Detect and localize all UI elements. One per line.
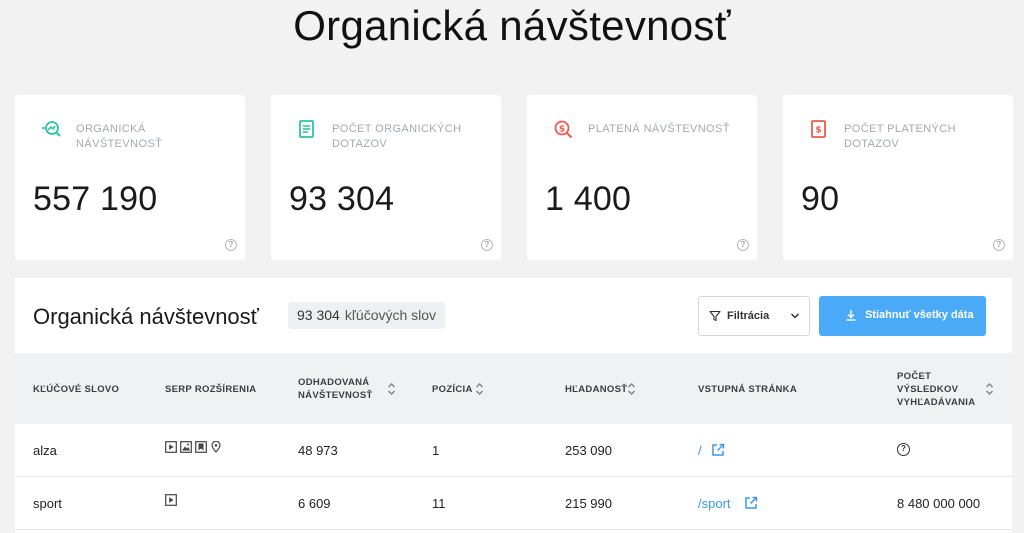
- card-organic-queries: Počet organických dotazov 93 304 ?: [271, 95, 501, 260]
- card-organic-traffic: Organická návštevnosť 557 190 ?: [15, 95, 245, 260]
- card-value: 90: [801, 180, 840, 218]
- cell-volume: 215 990: [565, 496, 612, 511]
- th-traffic-line1: Odhadovaná: [298, 377, 370, 388]
- keyword-count: 93 304: [297, 307, 340, 323]
- help-icon[interactable]: ?: [897, 443, 910, 456]
- paid-search-icon: $: [554, 120, 573, 139]
- keyword-count-unit: kľúčových slov: [344, 307, 437, 323]
- th-position[interactable]: Pozícia: [432, 383, 473, 396]
- download-label: Stiahnuť všetky dáta: [865, 309, 974, 321]
- bookmark-icon: [195, 441, 207, 453]
- card-paid-traffic: $ Platená návštevnosť 1 400 ?: [527, 95, 757, 260]
- metric-cards: Organická návštevnosť 557 190 ? Počet or…: [15, 95, 1013, 260]
- th-volume[interactable]: Hľadanosť: [565, 383, 627, 396]
- location-icon: [211, 441, 221, 453]
- video-icon: [165, 494, 177, 506]
- paid-document-icon: $: [811, 120, 826, 138]
- cell-landing-link[interactable]: /sport: [698, 496, 731, 511]
- search-trend-icon: [42, 121, 61, 137]
- video-icon: [165, 441, 177, 453]
- sort-icon[interactable]: [627, 382, 636, 396]
- th-results-line3: vyhľadávania: [897, 397, 976, 408]
- card-label: Počet organických dotazov: [332, 123, 462, 150]
- table-row: alza 48 973 1 253 090 / ?: [15, 424, 1012, 477]
- table-header: Kľúčové slovo SERP rozšírenia Odhadovaná…: [15, 353, 1012, 424]
- help-icon[interactable]: ?: [993, 239, 1005, 251]
- th-keyword[interactable]: Kľúčové slovo: [33, 383, 119, 396]
- external-link-icon[interactable]: [744, 496, 758, 510]
- cell-landing-link[interactable]: /: [698, 443, 702, 458]
- filter-label: Filtrácia: [727, 310, 770, 322]
- keywords-panel: Organická návštevnosť 93 304 kľúčových sl…: [15, 278, 1012, 533]
- th-serp: SERP rozšírenia: [165, 384, 257, 395]
- card-value: 1 400: [545, 180, 632, 218]
- cell-keyword[interactable]: sport: [33, 496, 62, 511]
- th-results[interactable]: Počet výsledkov vyhľadávania: [897, 370, 975, 409]
- sort-icon[interactable]: [387, 382, 396, 396]
- cell-volume: 253 090: [565, 443, 612, 458]
- serp-features: [165, 494, 177, 508]
- th-results-line2: výsledkov: [897, 384, 959, 395]
- cell-results: 8 480 000 000: [897, 496, 981, 511]
- card-value: 557 190: [33, 180, 158, 218]
- th-traffic[interactable]: Odhadovaná návštevnosť: [298, 376, 373, 402]
- keyword-count-badge: 93 304 kľúčových slov: [288, 302, 446, 329]
- chevron-down-icon: [790, 313, 800, 319]
- th-traffic-line2: návštevnosť: [298, 390, 373, 401]
- card-label: Organická návštevnosť: [76, 123, 163, 150]
- image-icon: [180, 441, 192, 453]
- sort-icon[interactable]: [475, 382, 484, 396]
- th-results-line1: Počet: [897, 371, 932, 382]
- card-value: 93 304: [289, 180, 395, 218]
- cell-traffic: 48 973: [298, 443, 338, 458]
- cell-keyword[interactable]: alza: [33, 443, 57, 458]
- cell-position: 1: [432, 443, 440, 458]
- document-icon: [299, 120, 314, 138]
- card-label: Počet platených dotazov: [844, 123, 956, 150]
- panel-title: Organická návštevnosť: [33, 304, 259, 329]
- card-label: Platená návštevnosť: [588, 123, 730, 135]
- help-icon[interactable]: ?: [737, 239, 749, 251]
- cell-traffic: 6 609: [298, 496, 331, 511]
- filter-icon: [709, 310, 721, 322]
- svg-text:$: $: [815, 126, 821, 136]
- download-all-button[interactable]: Stiahnuť všetky dáta: [819, 296, 986, 336]
- th-landing-page: Vstupná stránka: [698, 384, 797, 395]
- serp-features: [165, 441, 222, 455]
- download-icon: [846, 310, 856, 321]
- svg-text:$: $: [559, 125, 565, 135]
- card-paid-queries: $ Počet platených dotazov 90 ?: [783, 95, 1013, 260]
- table-row: sport 6 609 11 215 990 /sport 8 480 000 …: [15, 477, 1012, 530]
- cell-position: 11: [432, 496, 446, 511]
- filter-dropdown[interactable]: Filtrácia: [698, 296, 810, 336]
- page-title: Organická návštevnosť: [293, 2, 731, 49]
- help-icon[interactable]: ?: [481, 239, 493, 251]
- help-icon[interactable]: ?: [225, 239, 237, 251]
- sort-icon[interactable]: [985, 382, 994, 396]
- external-link-icon[interactable]: [711, 443, 725, 457]
